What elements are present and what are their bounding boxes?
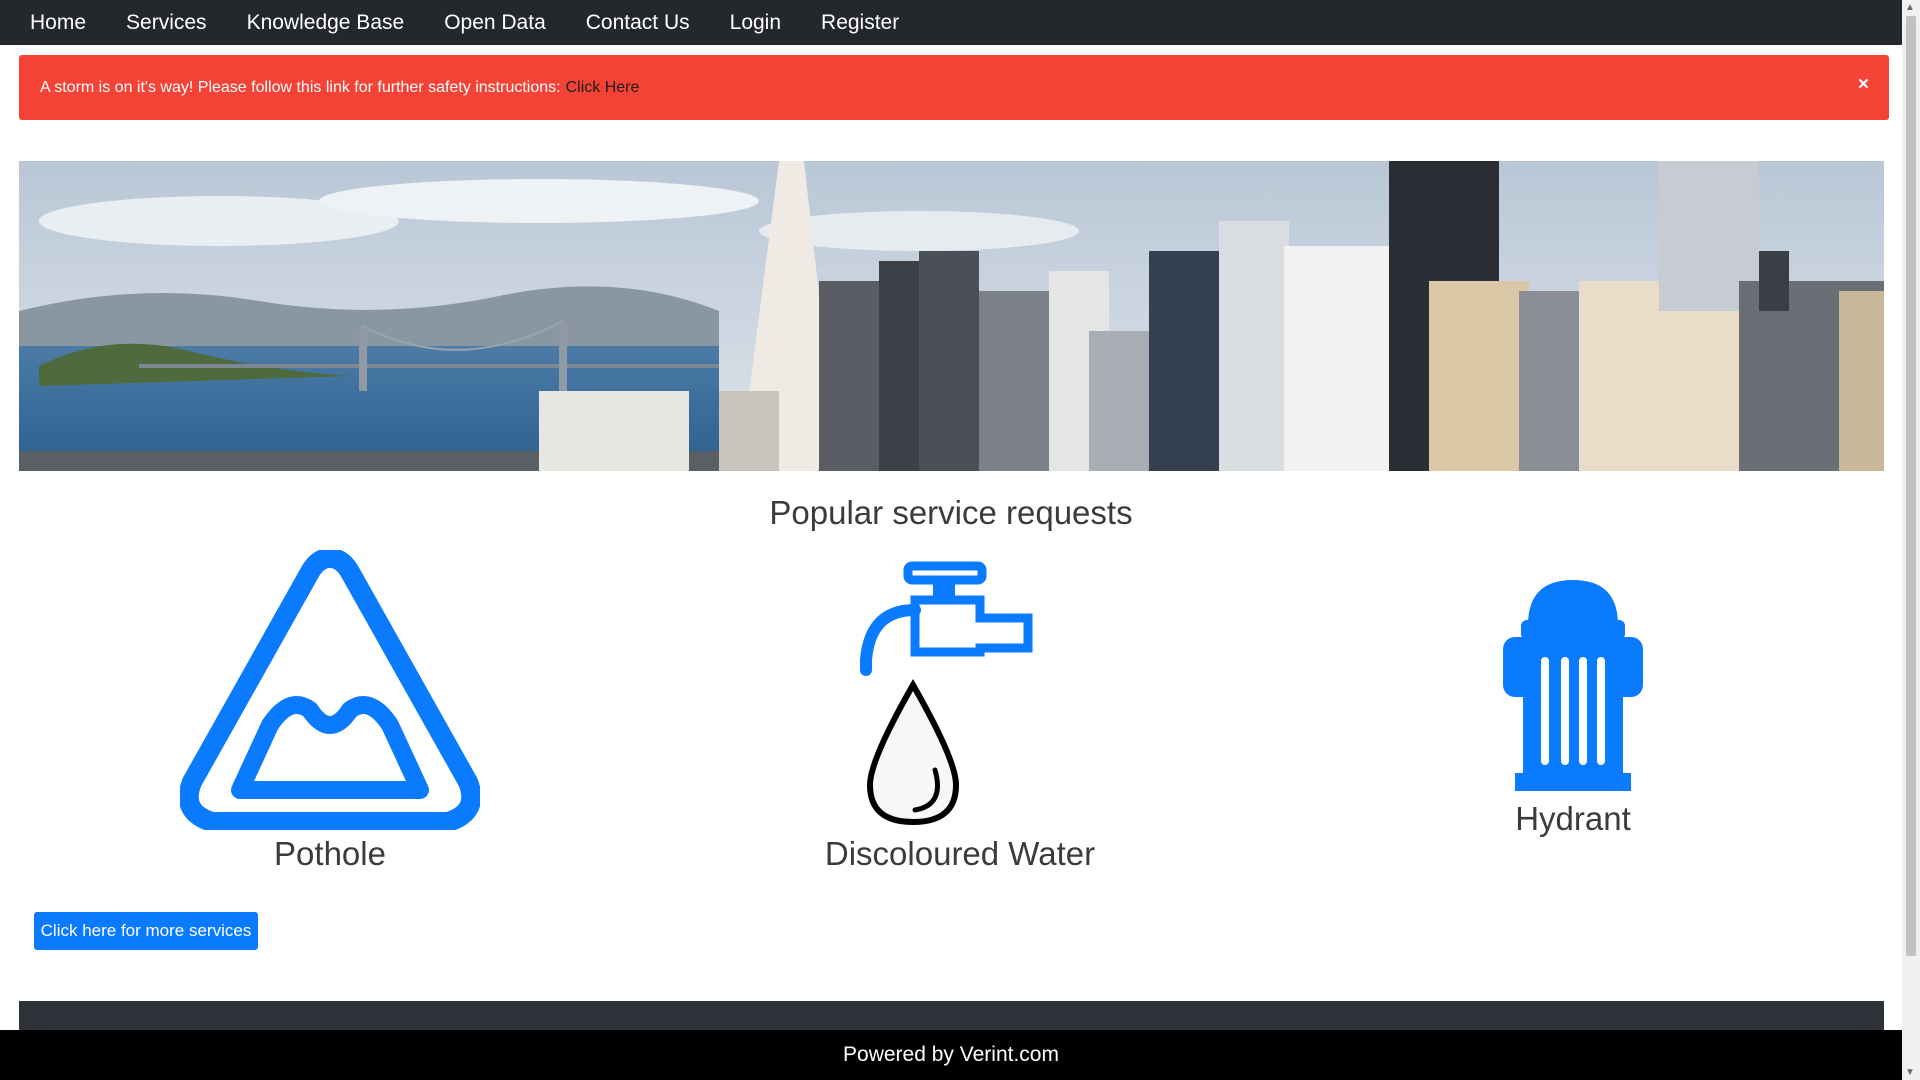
city-skyline-image (19, 161, 1884, 471)
service-hydrant[interactable]: Hydrant (1423, 575, 1723, 838)
more-services-button[interactable]: Click here for more services (34, 912, 258, 950)
city-skyline-banner (19, 161, 1884, 471)
service-pothole[interactable]: Pothole (178, 548, 482, 873)
footer-text: Powered by Verint.com (843, 1043, 1059, 1066)
scroll-up-icon[interactable]: ▲ (1905, 2, 1915, 13)
service-label: Hydrant (1515, 800, 1631, 837)
water-tap-icon (860, 561, 1033, 826)
close-icon[interactable]: × (1858, 75, 1869, 94)
nav-services[interactable]: Services (126, 0, 207, 45)
footer: Powered by Verint.com (0, 1030, 1902, 1080)
page-scrollbar[interactable]: ▲ ▼ (1902, 0, 1920, 1080)
nav-register[interactable]: Register (821, 0, 899, 45)
service-label: Pothole (274, 835, 386, 872)
scroll-thumb[interactable] (1906, 16, 1916, 956)
nav-home[interactable]: Home (30, 0, 86, 45)
storm-alert: A storm is on it's way! Please follow th… (19, 55, 1889, 120)
nav-open-data[interactable]: Open Data (444, 0, 546, 45)
alert-message: A storm is on it's way! Please follow th… (40, 78, 561, 96)
alert-link[interactable]: Click Here (566, 79, 640, 97)
section-title: Popular service requests (769, 494, 1133, 531)
hydrant-icon (1503, 580, 1643, 791)
service-discoloured-water[interactable]: Discoloured Water (810, 560, 1110, 873)
service-label: Discoloured Water (824, 835, 1096, 872)
nav-knowledge-base[interactable]: Knowledge Base (247, 0, 405, 45)
nav-contact-us[interactable]: Contact Us (586, 0, 690, 45)
pothole-icon (178, 548, 482, 832)
nav-login[interactable]: Login (730, 0, 781, 45)
footer-band (19, 1001, 1884, 1031)
top-navbar: Home Services Knowledge Base Open Data C… (0, 0, 1902, 45)
scroll-down-icon[interactable]: ▼ (1905, 1067, 1915, 1078)
